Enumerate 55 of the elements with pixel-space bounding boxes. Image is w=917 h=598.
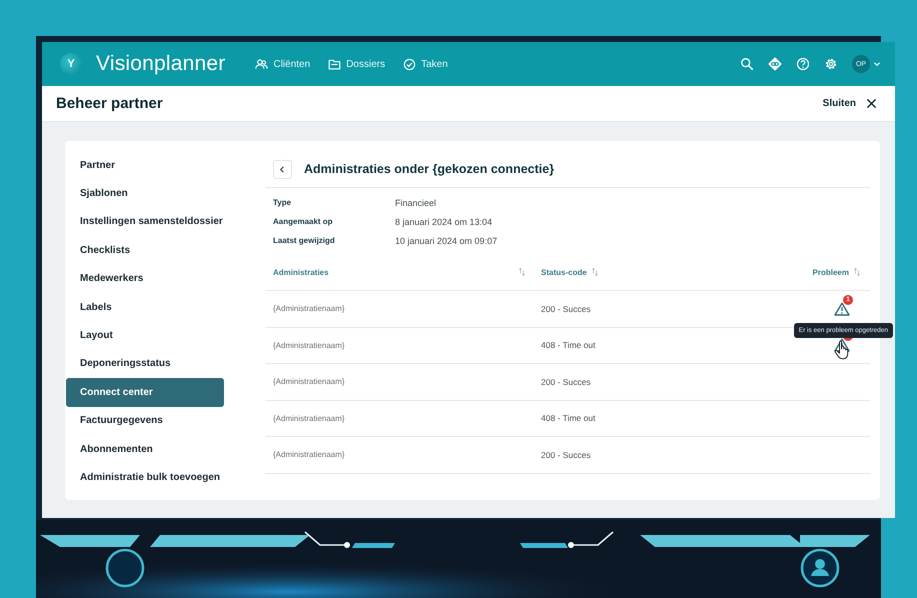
people-icon <box>255 58 268 70</box>
column-header[interactable]: Status-code <box>541 268 587 276</box>
folder-icon <box>328 58 342 70</box>
table-cell: {Administratienaam} <box>273 377 345 386</box>
field-label: Aangemaakt op <box>273 216 334 228</box>
sidebar-item[interactable]: Deponeringsstatus <box>66 350 224 378</box>
table-cell: 408 - Time out <box>541 340 596 350</box>
close-button[interactable]: Sluiten <box>822 98 877 109</box>
table-cell: 408 - Time out <box>541 413 596 424</box>
table-row[interactable]: {Administratienaam} 200 - Succes <box>265 364 870 400</box>
table-cell: 200 - Succes <box>541 376 591 387</box>
field-value: 8 januari 2024 om 13:04 <box>395 216 494 229</box>
sidebar-item[interactable]: Abonnementen <box>66 434 224 464</box>
check-circle-icon <box>403 58 416 70</box>
column-header[interactable]: Probleem <box>812 268 849 276</box>
sidebar-item[interactable]: Administratie bulk toevoegen <box>66 463 224 492</box>
help-icon[interactable] <box>796 57 810 71</box>
field-label: Laatst gewijzigd <box>273 235 336 247</box>
sidebar-item[interactable]: Sjablonen <box>66 179 224 208</box>
page-title: Beheer partner <box>56 95 163 112</box>
sidebar-item[interactable]: Partner <box>66 151 224 180</box>
field-value: Financieel <box>395 197 438 210</box>
user-icon[interactable] <box>800 548 840 588</box>
chevron-down-icon[interactable] <box>873 60 881 68</box>
table-row[interactable]: {Administratienaam} 408 - Time out <box>265 400 870 437</box>
sidebar-item[interactable]: Medewerkers <box>66 264 224 293</box>
table-cell: {Administratienaam} <box>273 304 345 314</box>
sidebar-item[interactable]: Instellingen samensteldossier <box>66 208 224 236</box>
sort-icon[interactable] <box>519 268 525 276</box>
table-cell: 200 - Succes <box>541 450 591 460</box>
sidebar-item[interactable]: Layout <box>66 321 224 350</box>
app-name: Visionplanner <box>96 52 226 76</box>
field-value: 10 januari 2024 om 09:07 <box>395 235 498 248</box>
sort-icon[interactable] <box>592 268 598 276</box>
table-cell: {Administratienaam} <box>273 414 345 423</box>
table-cell: {Administratienaam} <box>273 450 345 460</box>
close-icon <box>866 98 877 109</box>
settings-icon[interactable] <box>824 57 838 71</box>
table-row[interactable]: {Administratienaam} 200 - Succes <box>265 437 870 474</box>
column-header[interactable]: Administraties <box>273 268 329 276</box>
section-title: Administraties onder {gekozen connectie} <box>304 162 554 176</box>
chevron-left-icon <box>279 166 286 172</box>
sort-icon[interactable] <box>854 268 860 276</box>
search-icon[interactable] <box>740 57 754 71</box>
sidebar-item[interactable]: Factuurgegevens <box>66 406 224 435</box>
sidebar-item[interactable]: Labels <box>66 292 224 322</box>
back-button[interactable] <box>273 160 292 178</box>
ring-icon <box>105 548 145 588</box>
sidebar-item[interactable]: Connect center <box>66 378 224 407</box>
sidebar-item[interactable]: Checklists <box>66 236 224 265</box>
table-cell: {Administratienaam} <box>273 340 345 350</box>
table-cell: 200 - Succes <box>541 304 591 314</box>
field-label: Type <box>273 197 292 209</box>
eye-icon[interactable] <box>768 57 782 71</box>
warning-icon[interactable] <box>834 302 850 316</box>
